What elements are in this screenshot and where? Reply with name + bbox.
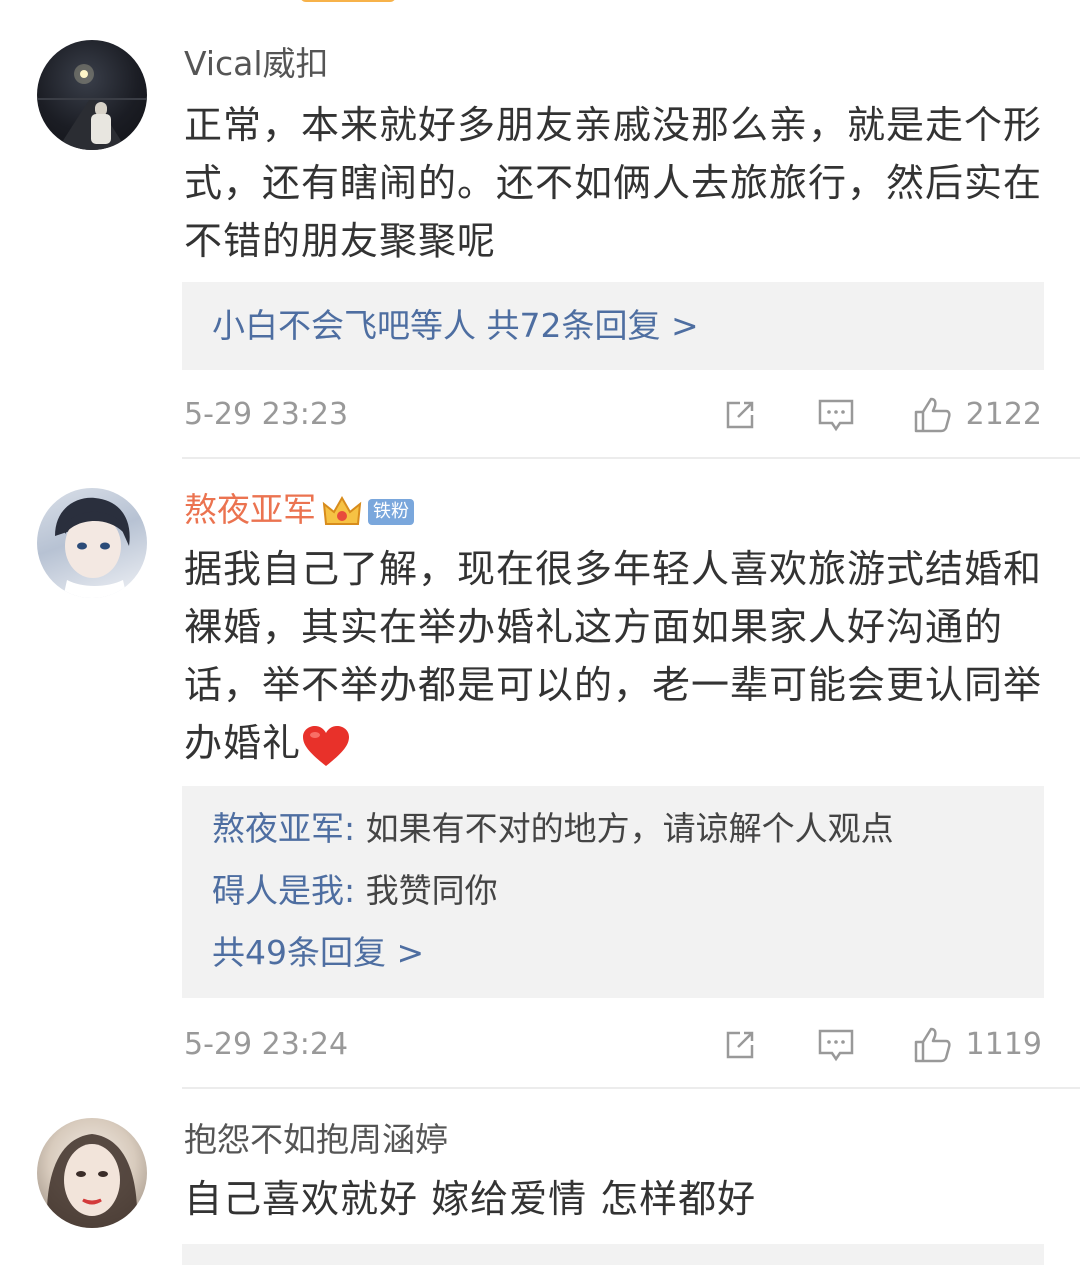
heart-icon (303, 725, 350, 766)
comment-text: 据我自己了解，现在很多年轻人喜欢旅游式结婚和裸婚，其实在举办婚礼这方面如果家人好… (184, 540, 1054, 772)
comment-item: Vical威扣 正常，本来就好多朋友亲戚没那么亲，就是走个形式，还有瞎闹的。还不… (0, 0, 1080, 458)
avatar[interactable] (37, 40, 147, 150)
replies-summary-link[interactable]: 小白不会飞吧等人 共72条回复 > (212, 295, 1014, 357)
reply-item[interactable]: 熬夜亚军: 如果有不对的地方，请谅解个人观点 (212, 798, 1014, 860)
username[interactable]: 抱怨不如抱周涵婷 (184, 1120, 448, 1160)
reply-item[interactable]: 碍人是我: 我赞同你 (212, 860, 1014, 922)
comment-text: 正常，本来就好多朋友亲戚没那么亲，就是走个形式，还有瞎闹的。还不如俩人去旅旅行，… (184, 103, 1043, 263)
comment-time: 5-29 23:24 (184, 1027, 349, 1062)
comment-actions: 1119 (664, 1025, 1042, 1065)
comment-item: 熬夜亚军 铁粉 据我自己了解，现在很多年轻人喜欢旅游式结婚和裸婚，其实在举办婚礼… (0, 460, 1080, 1088)
username-row: 熬夜亚军 铁粉 (184, 490, 414, 530)
username[interactable]: 熬夜亚军 (184, 490, 316, 529)
comment-meta: 5-29 23:23 2122 (184, 395, 1042, 435)
reply-text: 我赞同你 (355, 871, 498, 910)
like-icon[interactable] (912, 1025, 952, 1065)
like-icon[interactable] (912, 395, 952, 435)
comment-actions: 2122 (664, 395, 1042, 435)
comment-item: 抱怨不如抱周涵婷 自己喜欢就好 嫁给爱情 怎样都好 (0, 1090, 1080, 1265)
avatar[interactable] (37, 1118, 147, 1228)
replies-box[interactable]: 小白不会飞吧等人 共72条回复 > (182, 282, 1044, 370)
reply-text: 如果有不对的地方，请谅解个人观点 (355, 809, 894, 848)
like-count: 1119 (965, 1027, 1042, 1062)
fan-badge: 铁粉 (368, 498, 414, 525)
share-icon[interactable] (720, 1025, 760, 1065)
replies-box[interactable] (182, 1244, 1044, 1265)
share-icon[interactable] (720, 395, 760, 435)
comment-icon[interactable] (816, 395, 856, 435)
comment-icon[interactable] (816, 1025, 856, 1065)
divider (182, 1087, 1080, 1089)
like-count: 2122 (965, 397, 1042, 432)
reply-user[interactable]: 碍人是我: (212, 871, 355, 910)
comment-time: 5-29 23:23 (184, 397, 349, 432)
replies-more-link[interactable]: 共49条回复 > (212, 922, 1014, 984)
replies-box[interactable]: 熬夜亚军: 如果有不对的地方，请谅解个人观点 碍人是我: 我赞同你 共49条回复… (182, 786, 1044, 998)
crown-icon (322, 495, 362, 525)
comment-text: 自己喜欢就好 嫁给爱情 怎样都好 (184, 1177, 757, 1221)
avatar[interactable] (37, 488, 147, 598)
comment-meta: 5-29 23:24 1119 (184, 1025, 1042, 1065)
username[interactable]: Vical威扣 (184, 44, 329, 84)
divider (182, 457, 1080, 459)
reply-user[interactable]: 熬夜亚军: (212, 809, 355, 848)
